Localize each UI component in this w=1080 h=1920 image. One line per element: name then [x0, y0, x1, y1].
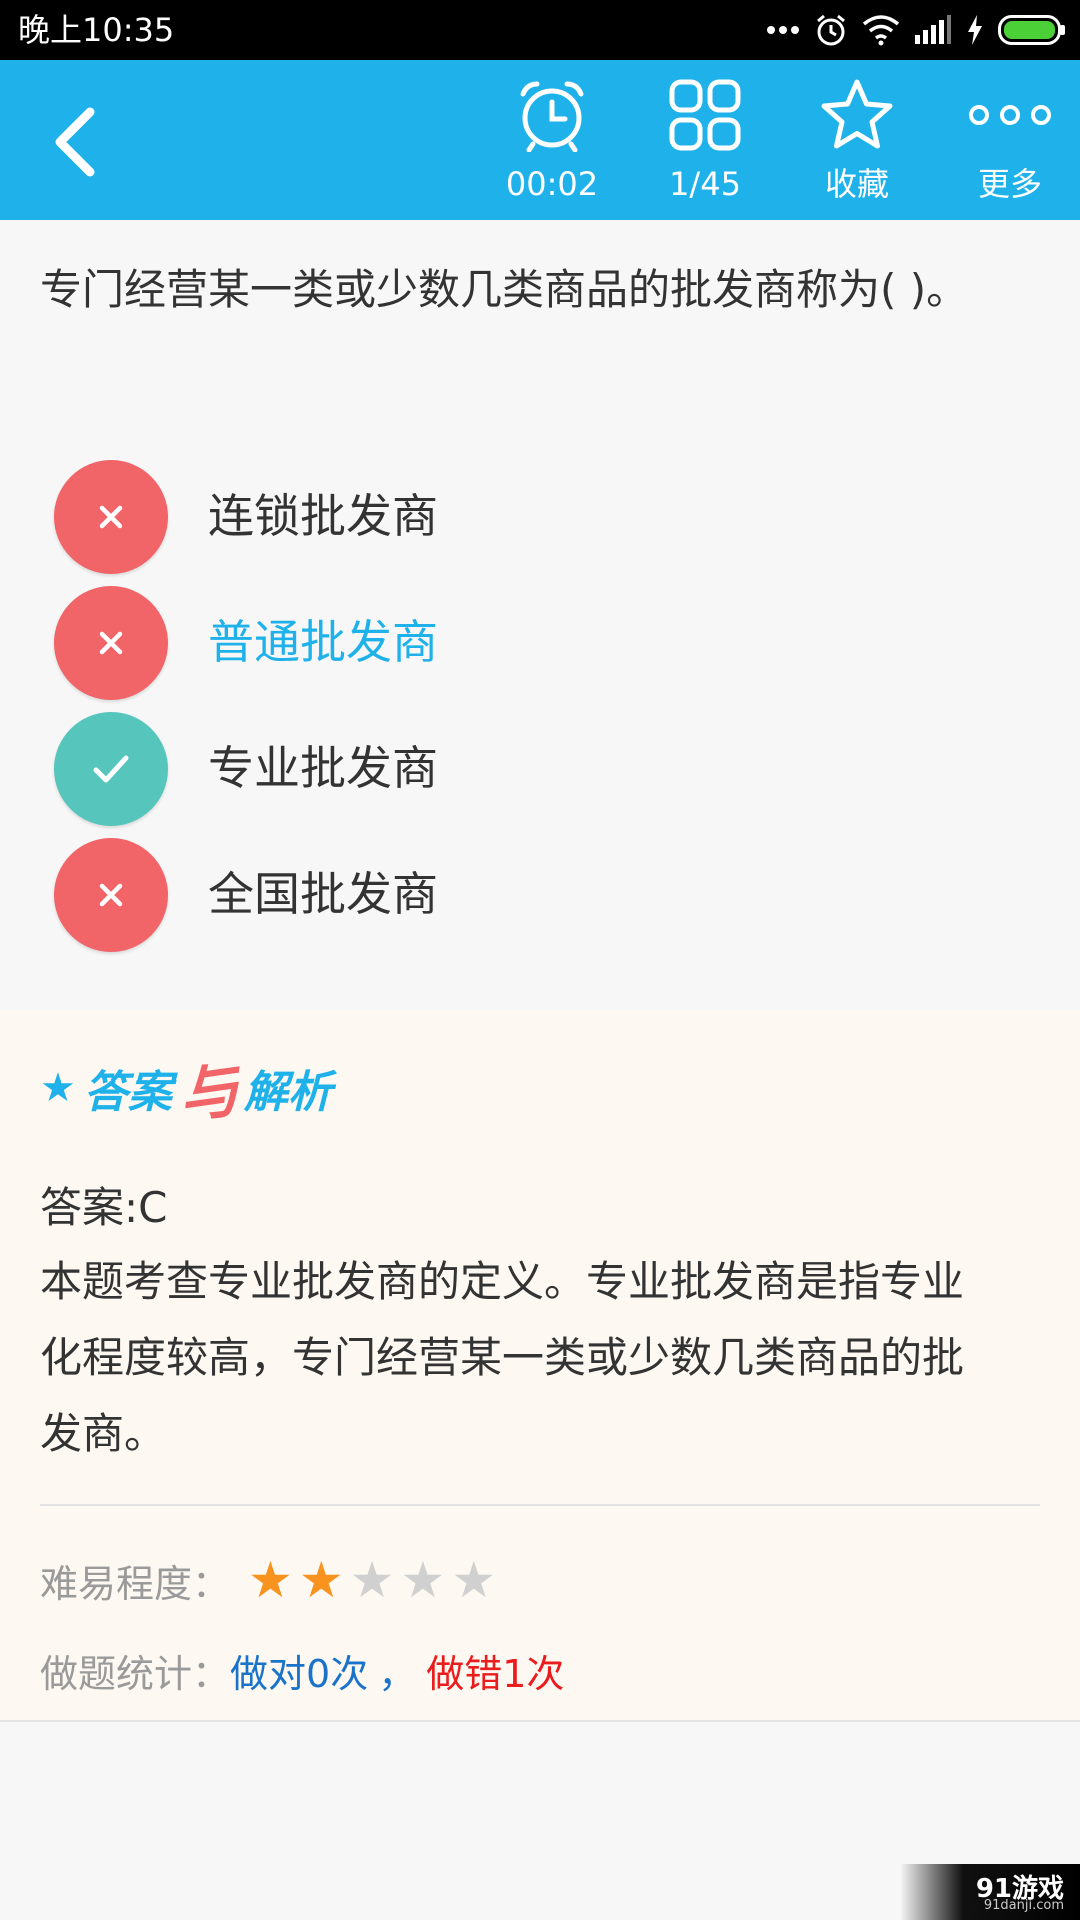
signal-icon [915, 15, 951, 44]
option-b[interactable]: 普通批发商 [54, 584, 1034, 710]
watermark: 91游戏 91danji.com [900, 1864, 1080, 1920]
wifi-icon [862, 15, 900, 46]
more-label: 更多 [977, 165, 1042, 203]
star-empty-icon: ★ [400, 1551, 446, 1609]
progress-label: 1/45 [669, 165, 741, 203]
difficulty-row: 难易程度： ★ ★ ★ ★ ★ [40, 1548, 502, 1612]
watermark-url: 91danji.com [983, 1898, 1064, 1913]
analysis-title: ★ 答案 与 解析 [40, 1055, 332, 1133]
option-d-marker [54, 838, 168, 952]
difficulty-label: 难易程度： [40, 1561, 231, 1606]
options-list: 连锁批发商 普通批发商 专业批发商 全国批发商 [54, 458, 1034, 962]
cross-icon [99, 883, 123, 907]
alarm-icon [817, 14, 845, 46]
cross-icon [99, 505, 123, 529]
star-icon: ★ [40, 1065, 76, 1111]
stats-right-count: 做对0次 [230, 1651, 369, 1696]
more-icon [969, 105, 1051, 125]
more-dots-icon [767, 26, 799, 34]
stats-label: 做题统计： [40, 1651, 231, 1696]
stats-wrong-count: 做错1次 [426, 1651, 565, 1696]
explanation-text: 本题考查专业批发商的定义。专业批发商是指专业化程度较高，专门经营某一类或少数几类… [40, 1257, 965, 1458]
grid-icon [669, 79, 741, 151]
star-filled-icon: ★ [298, 1551, 344, 1609]
top-toolbar: 00:02 1/45 收藏 更多 [0, 60, 1080, 220]
favorite-label: 收藏 [824, 165, 889, 203]
option-b-text: 普通批发商 [208, 615, 438, 669]
favorite-button[interactable]: 收藏 [787, 70, 927, 220]
option-a[interactable]: 连锁批发商 [54, 458, 1034, 584]
analysis-panel: ★ 答案 与 解析 答案:C 本题考查专业批发商的定义。专业批发商是指专业化程度… [0, 1010, 1080, 1722]
difficulty-stars: ★ ★ ★ ★ ★ [248, 1555, 502, 1605]
star-empty-icon: ★ [349, 1551, 395, 1609]
answer-text: 答案:C [40, 1183, 168, 1232]
timer-label: 00:02 [505, 165, 599, 203]
star-outline-icon [821, 79, 893, 149]
option-c[interactable]: 专业批发商 [54, 710, 1034, 836]
question-index-button[interactable]: 1/45 [635, 70, 775, 220]
stats-separator: ， [378, 1651, 417, 1696]
back-button[interactable] [44, 102, 114, 182]
option-c-marker [54, 712, 168, 826]
status-bar: 晚上10:35 [0, 0, 1080, 60]
status-icons [752, 10, 1066, 50]
status-time: 晚上10:35 [18, 11, 175, 49]
back-arrow-icon [55, 107, 95, 177]
option-a-marker [54, 460, 168, 574]
analysis-title-explain: 解析 [243, 1067, 332, 1118]
cross-icon [99, 631, 123, 655]
star-filled-icon: ★ [248, 1551, 293, 1609]
alarm-clock-icon [520, 81, 584, 152]
timer-button[interactable]: 00:02 [482, 70, 622, 220]
option-c-text: 专业批发商 [208, 741, 438, 795]
battery-icon [998, 15, 1065, 45]
divider [40, 1504, 1040, 1506]
option-b-marker [54, 586, 168, 700]
charging-icon [968, 15, 982, 45]
option-d-text: 全国批发商 [208, 867, 438, 921]
stats-row: 做题统计： 做对0次 ， 做错1次 [40, 1638, 564, 1702]
more-button[interactable]: 更多 [940, 70, 1080, 220]
checkmark-icon [93, 755, 129, 783]
option-d[interactable]: 全国批发商 [54, 836, 1034, 962]
analysis-title-answer: 答案 [83, 1067, 172, 1118]
analysis-title-connector: 与 [174, 1054, 244, 1133]
star-empty-icon: ★ [451, 1551, 497, 1609]
option-a-text: 连锁批发商 [208, 489, 438, 543]
question-text: 专门经营某一类或少数几类商品的批发商称为( )。 [40, 265, 969, 314]
